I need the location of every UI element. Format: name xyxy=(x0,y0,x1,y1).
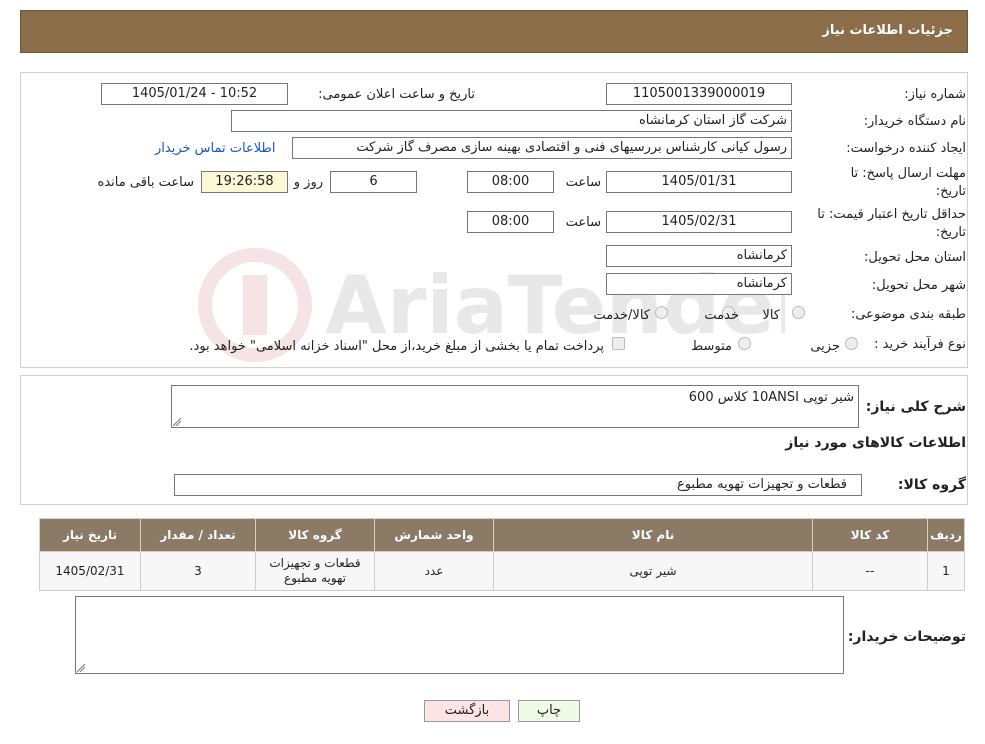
process-radio-medium[interactable] xyxy=(738,337,751,350)
resize-handle-icon[interactable] xyxy=(77,664,85,672)
buyer-contact-link[interactable]: اطلاعات تماس خریدار xyxy=(155,141,275,156)
goods-group-field: قطعات و تجهیزات تهویه مطبوع xyxy=(174,474,862,496)
validity-label: حداقل تاریخ اعتبار قیمت: تا تاریخ: xyxy=(817,207,966,240)
table-header-row: ردیف کد کالا نام کالا واحد شمارش گروه کا… xyxy=(39,518,965,552)
table-cell: -- xyxy=(812,551,928,591)
column-header: کد کالا xyxy=(812,518,928,552)
goods-group-label: گروه کالا: xyxy=(897,477,966,493)
column-header: تعداد / مقدار xyxy=(140,518,256,552)
remaining-time-field: 19:26:58 xyxy=(201,171,288,193)
city-field: کرمانشاه xyxy=(606,273,792,295)
back-button[interactable]: بازگشت xyxy=(424,700,510,722)
category-label: طبقه بندی موضوعی: xyxy=(850,307,966,322)
province-label: استان محل تحویل: xyxy=(864,250,966,265)
remaining-label: ساعت باقی مانده xyxy=(97,175,194,190)
table-cell: عدد xyxy=(374,551,494,591)
city-label: شهر محل تحویل: xyxy=(871,278,966,293)
need-number-field: 1105001339000019 xyxy=(606,83,792,105)
category-option-service: خدمت xyxy=(704,308,739,323)
process-option-minor: جزیی xyxy=(810,339,840,354)
description-field: شیر توپی 10ANSI کلاس 600 xyxy=(171,385,859,428)
announce-label: تاریخ و ساعت اعلان عمومی: xyxy=(318,87,475,102)
resize-handle-icon[interactable] xyxy=(173,418,181,426)
buyer-notes-field[interactable] xyxy=(75,596,844,674)
column-header: واحد شمارش xyxy=(374,518,494,552)
validity-time-label: ساعت xyxy=(565,215,601,230)
column-header: تاریخ نیاز xyxy=(39,518,141,552)
creator-field: رسول کیانی کارشناس بررسیهای فنی و اقتصاد… xyxy=(292,137,792,159)
description-label: شرح کلی نیاز: xyxy=(865,399,966,415)
column-header: ردیف xyxy=(927,518,965,552)
page-header: جزئیات اطلاعات نیاز xyxy=(20,10,968,53)
validity-time-field: 08:00 xyxy=(467,211,554,233)
category-radio-goods[interactable] xyxy=(792,306,805,319)
need-number-label: شماره نیاز: xyxy=(904,87,966,102)
table-cell: قطعات و تجهیزات تهویه مطبوع xyxy=(255,551,375,591)
table-cell: شیر توپی xyxy=(493,551,813,591)
goods-table: ردیف کد کالا نام کالا واحد شمارش گروه کا… xyxy=(39,518,965,591)
buyer-notes-label: توضیحات خریدار: xyxy=(847,629,966,645)
page-title: جزئیات اطلاعات نیاز xyxy=(822,23,953,38)
table-cell: 1 xyxy=(927,551,965,591)
column-header: نام کالا xyxy=(493,518,813,552)
deadline-time-label: ساعت xyxy=(565,175,601,190)
category-radio-both[interactable] xyxy=(655,306,668,319)
creator-label: ایجاد کننده درخواست: xyxy=(846,141,966,156)
payment-checkbox[interactable] xyxy=(612,337,625,350)
print-button[interactable]: چاپ xyxy=(518,700,580,722)
table-row: 1 -- شیر توپی عدد قطعات و تجهیزات تهویه … xyxy=(39,551,965,591)
announce-field: 1405/01/24 - 10:52 xyxy=(101,83,288,105)
goods-info-title: اطلاعات کالاهای مورد نیاز xyxy=(785,435,966,451)
payment-note: پرداخت تمام یا بخشی از مبلغ خرید،از محل … xyxy=(189,339,604,354)
validity-date-field: 1405/02/31 xyxy=(606,211,792,233)
column-header: گروه کالا xyxy=(255,518,375,552)
buyer-label: نام دستگاه خریدار: xyxy=(863,114,966,129)
deadline-label: مهلت ارسال پاسخ: تا تاریخ: xyxy=(850,166,966,199)
process-option-medium: متوسط xyxy=(691,339,732,354)
table-cell: 3 xyxy=(140,551,256,591)
process-radio-minor[interactable] xyxy=(845,337,858,350)
deadline-time-field: 08:00 xyxy=(467,171,554,193)
buyer-field: شرکت گاز استان کرمانشاه xyxy=(231,110,792,132)
table-cell: 1405/02/31 xyxy=(39,551,141,591)
province-field: کرمانشاه xyxy=(606,245,792,267)
deadline-date-field: 1405/01/31 xyxy=(606,171,792,193)
process-label: نوع فرآیند خرید : xyxy=(874,337,966,352)
category-option-goods: کالا xyxy=(762,308,780,323)
days-field: 6 xyxy=(330,171,417,193)
category-option-both: کالا/خدمت xyxy=(593,308,650,323)
days-label: روز و xyxy=(293,175,323,190)
